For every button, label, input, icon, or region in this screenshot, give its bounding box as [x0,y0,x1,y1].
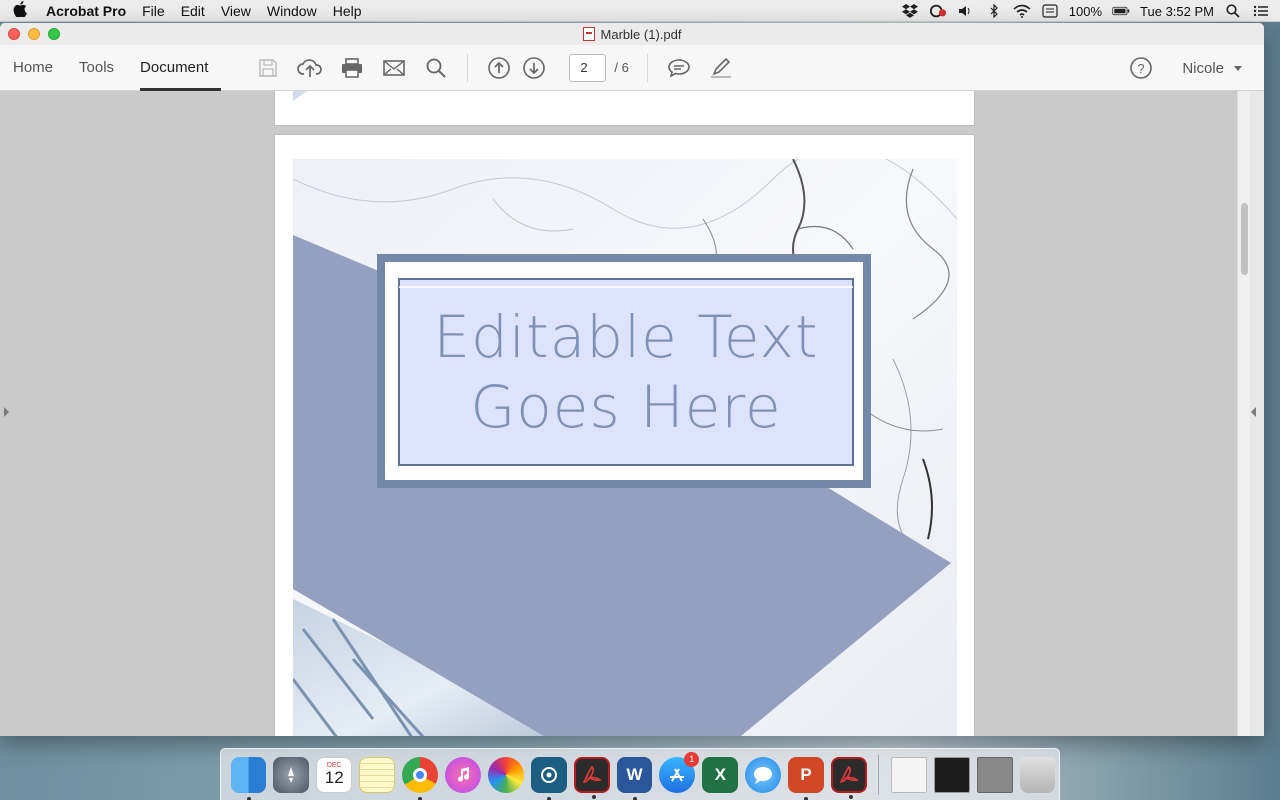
window-title: Marble (1).pdf [600,26,682,42]
word-icon[interactable]: W [616,756,653,800]
editable-text-line-2: Goes Here [470,373,782,441]
upload-cloud-icon[interactable] [296,54,324,82]
menu-edit[interactable]: Edit [173,3,213,19]
acrobat-pro-icon[interactable] [573,756,610,799]
toolbar-right: ? Nicole [1120,45,1242,91]
tab-document[interactable]: Document [127,45,222,91]
menu-file[interactable]: File [134,3,173,19]
notification-center-icon[interactable] [1252,4,1270,18]
dock: DEC 12 W 1 X P [220,748,1060,800]
highlight-pen-icon[interactable] [707,54,735,82]
vertical-scrollbar[interactable] [1237,91,1250,736]
messages-icon[interactable] [745,756,782,793]
chrome-icon[interactable] [402,756,438,800]
toolbar: Home Tools Document 2 / 6 ? Nicole [0,45,1264,91]
toolbar-divider [646,53,648,82]
camera-app-icon[interactable] [530,756,567,800]
print-icon[interactable] [338,54,366,82]
svg-text:?: ? [1138,61,1145,76]
search-icon[interactable] [422,54,450,82]
display-icon[interactable] [1041,4,1059,18]
calendar-icon[interactable]: DEC 12 [316,756,353,793]
volume-icon[interactable] [957,4,975,18]
excel-icon[interactable]: X [702,756,739,793]
scrollbar-thumb[interactable] [1241,203,1248,275]
save-icon[interactable] [254,54,282,82]
menu-view[interactable]: View [213,3,259,19]
toolbar-actions: 2 / 6 [247,53,741,82]
launchpad-icon[interactable] [273,756,310,793]
document-view[interactable]: Editable Text Goes Here [0,91,1264,736]
maximize-window-button[interactable] [48,28,60,40]
downloads-stack-icon[interactable] [976,756,1013,793]
user-menu[interactable]: Nicole [1182,60,1224,77]
chevron-down-icon[interactable] [1234,65,1242,71]
next-page-icon[interactable] [520,54,548,82]
finder-icon[interactable] [230,756,267,800]
marble-design: Editable Text Goes Here [293,159,957,736]
tab-tools[interactable]: Tools [66,45,127,91]
bluetooth-icon[interactable] [985,4,1003,18]
menu-help[interactable]: Help [325,3,370,19]
notes-icon[interactable] [359,756,396,793]
page-number-input[interactable]: 2 [569,53,607,82]
wifi-icon[interactable] [1013,4,1031,18]
calendar-day: 12 [324,768,344,787]
menu-window[interactable]: Window [259,3,325,19]
window-controls [8,28,60,40]
minimize-window-button[interactable] [28,28,40,40]
editable-text-line-1: Editable Text [433,303,819,371]
itunes-icon[interactable] [444,756,481,793]
close-window-button[interactable] [8,28,20,40]
pdf-page: Editable Text Goes Here [274,134,975,736]
dock-divider [878,754,880,795]
acrobat-reader-icon[interactable] [830,756,867,799]
toolbar-divider [467,53,469,82]
spotlight-search-icon[interactable] [1224,4,1242,18]
help-icon[interactable]: ? [1127,54,1155,82]
powerpoint-icon[interactable]: P [788,756,824,800]
battery-percent: 100% [1068,3,1103,19]
dropbox-icon[interactable] [901,4,919,18]
email-icon[interactable] [380,54,408,82]
app-menu[interactable]: Acrobat Pro [40,3,134,19]
page-total: / 6 [614,60,629,75]
document-stack-icon[interactable] [890,756,927,793]
left-pane-toggle-icon[interactable] [4,407,9,417]
trash-icon[interactable] [1019,756,1056,793]
tab-home[interactable]: Home [0,45,66,91]
battery-icon[interactable] [1112,4,1130,18]
clock[interactable]: Tue 3:52 PM [1140,4,1214,19]
previous-page-icon[interactable] [485,54,513,82]
app-store-icon[interactable]: 1 [659,751,700,793]
right-pane-toggle-icon[interactable] [1251,407,1256,417]
menu-bar: Acrobat Pro File Edit View Window Help 1… [0,0,1280,22]
creative-cloud-icon[interactable] [929,4,947,18]
editable-text-field[interactable]: Editable Text Goes Here [399,279,853,465]
apple-menu-icon[interactable] [0,0,40,21]
photos-icon[interactable] [487,756,524,793]
comment-icon[interactable] [665,54,693,82]
title-bar: Marble (1).pdf [0,23,1264,45]
acrobat-window: Marble (1).pdf Home Tools Document 2 / 6… [0,23,1264,736]
screenshot-stack-icon[interactable] [933,756,970,793]
app-store-badge: 1 [684,751,700,767]
pdf-file-icon [582,27,595,41]
page-1-bottom [274,91,975,126]
